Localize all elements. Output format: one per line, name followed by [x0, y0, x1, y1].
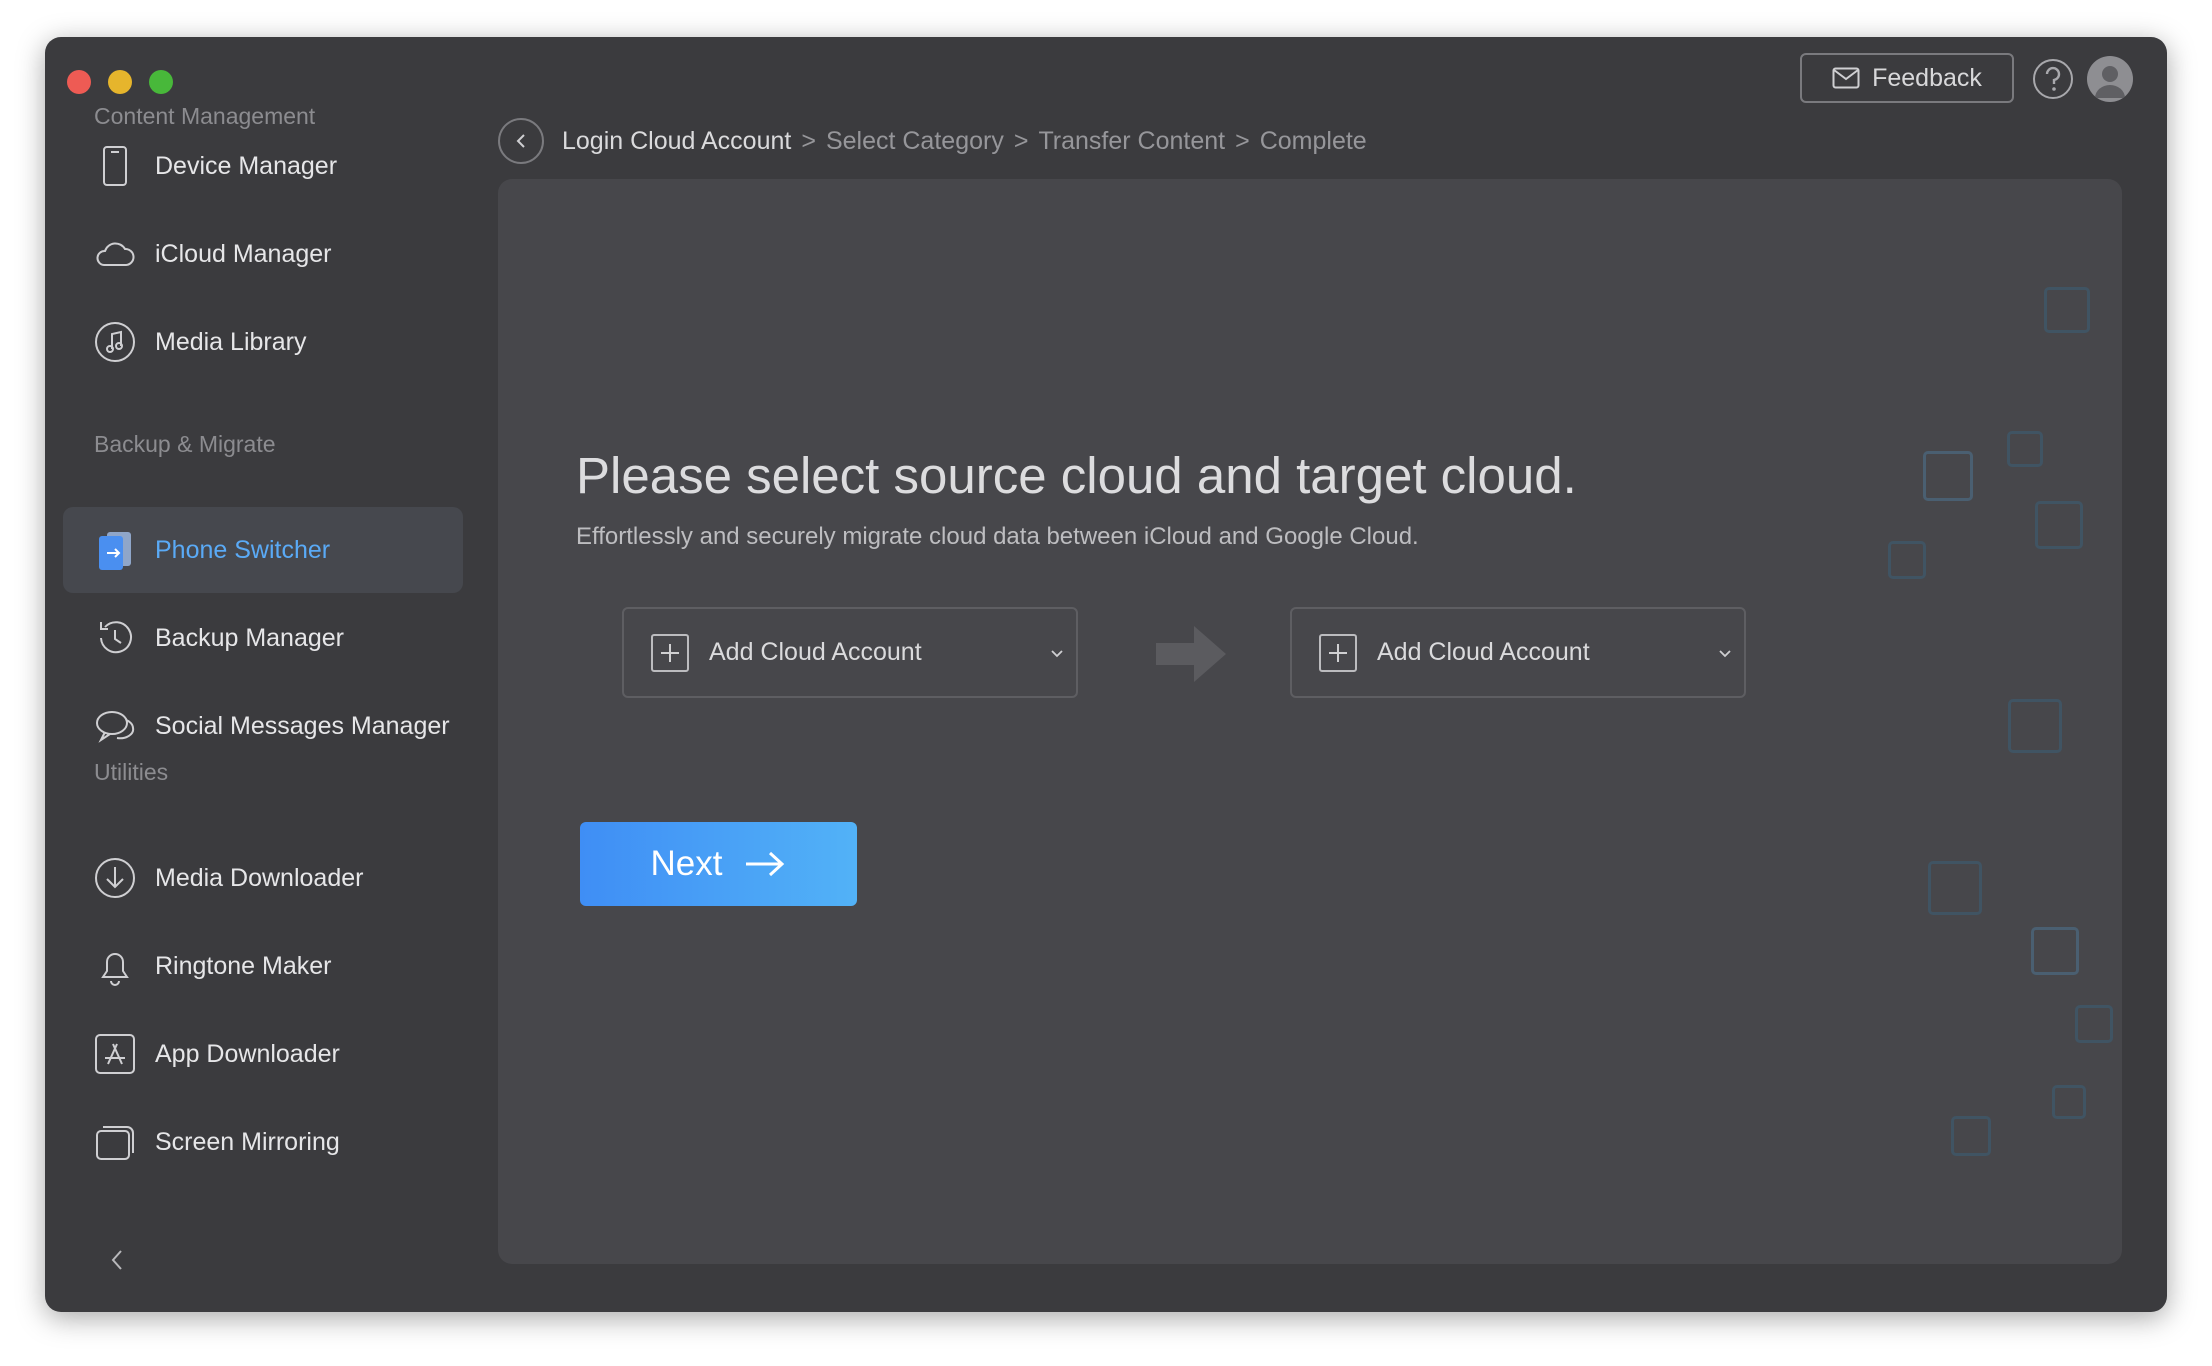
- breadcrumb-step-transfer-content: Transfer Content: [1038, 127, 1226, 155]
- music-icon: [92, 319, 138, 365]
- bell-icon: [92, 943, 138, 989]
- next-button[interactable]: Next: [580, 822, 857, 906]
- help-button[interactable]: [2032, 58, 2074, 100]
- target-cloud-label: Add Cloud Account: [1377, 638, 1590, 666]
- plus-icon: [1319, 633, 1357, 672]
- breadcrumb: Login Cloud Account > Select Category > …: [562, 127, 1367, 156]
- chevron-down-icon: [1051, 649, 1063, 657]
- download-icon: [92, 855, 138, 901]
- decorative-square: [2008, 699, 2062, 753]
- sidebar-item-phone-switcher[interactable]: Phone Switcher: [63, 507, 463, 593]
- breadcrumb-separator: >: [1235, 127, 1250, 155]
- sidebar-item-ringtone-maker[interactable]: Ringtone Maker: [63, 923, 463, 1009]
- page-title: Please select source cloud and target cl…: [576, 447, 1577, 504]
- sidebar-item-label: App Downloader: [155, 1039, 340, 1068]
- breadcrumb-separator: >: [801, 127, 816, 155]
- chevron-left-icon: [516, 134, 525, 148]
- decorative-square: [1923, 451, 1973, 501]
- sidebar-item-backup-manager[interactable]: Backup Manager: [63, 595, 463, 681]
- decorative-square: [2007, 431, 2043, 467]
- sidebar: Content Management Device Manager iCloud…: [45, 37, 500, 1312]
- sidebar-item-label: Device Manager: [155, 151, 338, 180]
- target-cloud-dropdown[interactable]: Add Cloud Account: [1290, 607, 1746, 698]
- breadcrumb-step-complete: Complete: [1259, 127, 1367, 155]
- sidebar-item-label: Social Messages Manager: [155, 711, 450, 740]
- sidebar-item-screen-mirroring[interactable]: Screen Mirroring: [63, 1099, 463, 1185]
- sidebar-item-device-manager[interactable]: Device Manager: [63, 123, 463, 209]
- cloud-icon: [92, 231, 138, 277]
- sidebar-item-icloud-manager[interactable]: iCloud Manager: [63, 211, 463, 297]
- phone-icon: [92, 143, 138, 189]
- sidebar-item-label: Ringtone Maker: [155, 951, 332, 980]
- app-window: Content Management Device Manager iCloud…: [45, 37, 2167, 1312]
- user-avatar[interactable]: [2087, 56, 2133, 102]
- decorative-square: [2031, 927, 2079, 975]
- history-icon: [92, 615, 138, 661]
- transfer-arrow-icon: [1156, 626, 1226, 682]
- decorative-square: [1951, 1116, 1991, 1156]
- feedback-label: Feedback: [1872, 63, 1982, 92]
- user-icon: [2095, 66, 2125, 98]
- sidebar-item-label: iCloud Manager: [155, 239, 332, 268]
- decorative-square: [2075, 1005, 2113, 1043]
- page-subtitle: Effortlessly and securely migrate cloud …: [576, 523, 1419, 550]
- feedback-button[interactable]: Feedback: [1800, 53, 2014, 103]
- decorative-square: [2035, 501, 2083, 549]
- decorative-square: [2052, 1085, 2086, 1119]
- sidebar-item-label: Media Library: [155, 327, 307, 356]
- chevron-down-icon: [1719, 649, 1731, 657]
- sidebar-item-label: Media Downloader: [155, 863, 364, 892]
- sidebar-item-app-downloader[interactable]: App Downloader: [63, 1011, 463, 1097]
- collapse-sidebar-button[interactable]: [105, 1245, 129, 1275]
- breadcrumb-separator: >: [1013, 127, 1029, 155]
- phone-switch-icon: [92, 527, 138, 573]
- source-cloud-label: Add Cloud Account: [709, 638, 922, 666]
- sidebar-item-label: Screen Mirroring: [155, 1127, 340, 1156]
- mail-icon: [1832, 67, 1860, 89]
- chevron-left-icon: [111, 1250, 122, 1270]
- decorative-square: [2044, 287, 2090, 333]
- section-title-utilities: Utilities: [94, 759, 169, 785]
- main-content-panel: Please select source cloud and target cl…: [498, 179, 2122, 1264]
- section-title-backup-migrate: Backup & Migrate: [94, 431, 276, 457]
- sidebar-item-label: Backup Manager: [155, 623, 345, 652]
- arrow-right-icon: [746, 851, 785, 877]
- help-icon: [2033, 59, 2073, 99]
- sidebar-item-social-messages-manager[interactable]: Social Messages Manager: [63, 683, 463, 769]
- app-store-icon: [92, 1031, 138, 1077]
- sidebar-item-media-library[interactable]: Media Library: [63, 299, 463, 385]
- breadcrumb-step-login-cloud-account: Login Cloud Account: [562, 127, 792, 155]
- decorative-square: [1888, 541, 1926, 579]
- decorative-square: [1928, 861, 1982, 915]
- chat-icon: [92, 703, 138, 749]
- sidebar-item-label: Phone Switcher: [155, 535, 331, 564]
- screen-mirror-icon: [92, 1119, 138, 1165]
- plus-icon: [651, 633, 689, 672]
- back-button[interactable]: [498, 118, 544, 164]
- next-label: Next: [650, 844, 723, 883]
- source-cloud-dropdown[interactable]: Add Cloud Account: [622, 607, 1078, 698]
- sidebar-item-media-downloader[interactable]: Media Downloader: [63, 835, 463, 921]
- breadcrumb-step-select-category: Select Category: [825, 127, 1004, 155]
